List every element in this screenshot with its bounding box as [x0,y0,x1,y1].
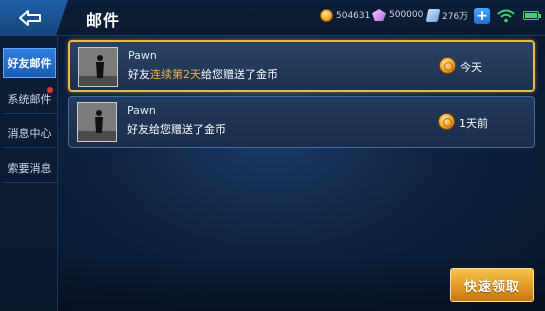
mail-item[interactable]: Pawn 好友给您赠送了金币 1天前 [68,96,535,148]
sidebar-item-friend-mail[interactable]: 好友邮件 [3,48,56,78]
coin-icon [439,57,456,74]
diamond-icon [372,9,386,21]
add-currency-button[interactable]: + [474,8,490,24]
quick-claim-button[interactable]: 快速领取 [450,268,534,302]
sidebar-item-label: 系统邮件 [7,92,52,106]
mail-sender: Pawn [127,104,156,117]
ticket-count: 276万 [442,12,469,22]
sidebar-item-request-messages[interactable]: 索要消息 [3,153,56,183]
page-title: 邮件 [86,11,121,30]
sidebar-item-label: 好友邮件 [7,57,52,70]
mail-date: 今天 [460,61,482,74]
mail-sender: Pawn [128,49,157,62]
ticket-icon [425,9,441,22]
mail-message: 好友给您赠送了金币 [127,123,226,136]
top-bar: 邮件 504631 500000 276万 + [0,0,545,36]
mail-message-highlight: 连续第2天 [150,68,201,81]
sidebar-item-label: 消息中心 [7,126,52,140]
diamond-count: 500000 [389,10,424,20]
sidebar: 好友邮件 系统邮件 消息中心 索要消息 [0,36,58,311]
avatar-figure-icon [78,103,116,141]
avatar [77,102,117,142]
sidebar-item-label: 索要消息 [7,161,52,175]
wifi-icon [497,9,515,23]
coin-icon [438,113,455,130]
mail-message-suffix: 给您赠送了金币 [201,68,278,81]
coin-count: 504631 [336,10,371,21]
mail-message: 好友连续第2天给您赠送了金币 [128,66,278,82]
mail-item[interactable]: Pawn 好友连续第2天给您赠送了金币 今天 [68,40,535,92]
back-button[interactable] [0,0,68,36]
notification-dot [47,87,53,93]
mail-message-prefix: 好友 [128,68,150,81]
coin-balance: 504631 [320,9,370,22]
battery-icon [523,11,541,20]
ticket-balance: 276万 [425,9,469,22]
avatar [78,47,118,87]
avatar-figure-icon [79,48,117,86]
mail-date: 1天前 [459,117,488,130]
diamond-balance: 500000 [372,9,423,21]
back-arrow-icon [19,10,41,26]
sidebar-item-system-mail[interactable]: 系统邮件 [3,84,56,114]
sidebar-item-message-center[interactable]: 消息中心 [3,118,56,148]
coin-icon [320,9,333,22]
